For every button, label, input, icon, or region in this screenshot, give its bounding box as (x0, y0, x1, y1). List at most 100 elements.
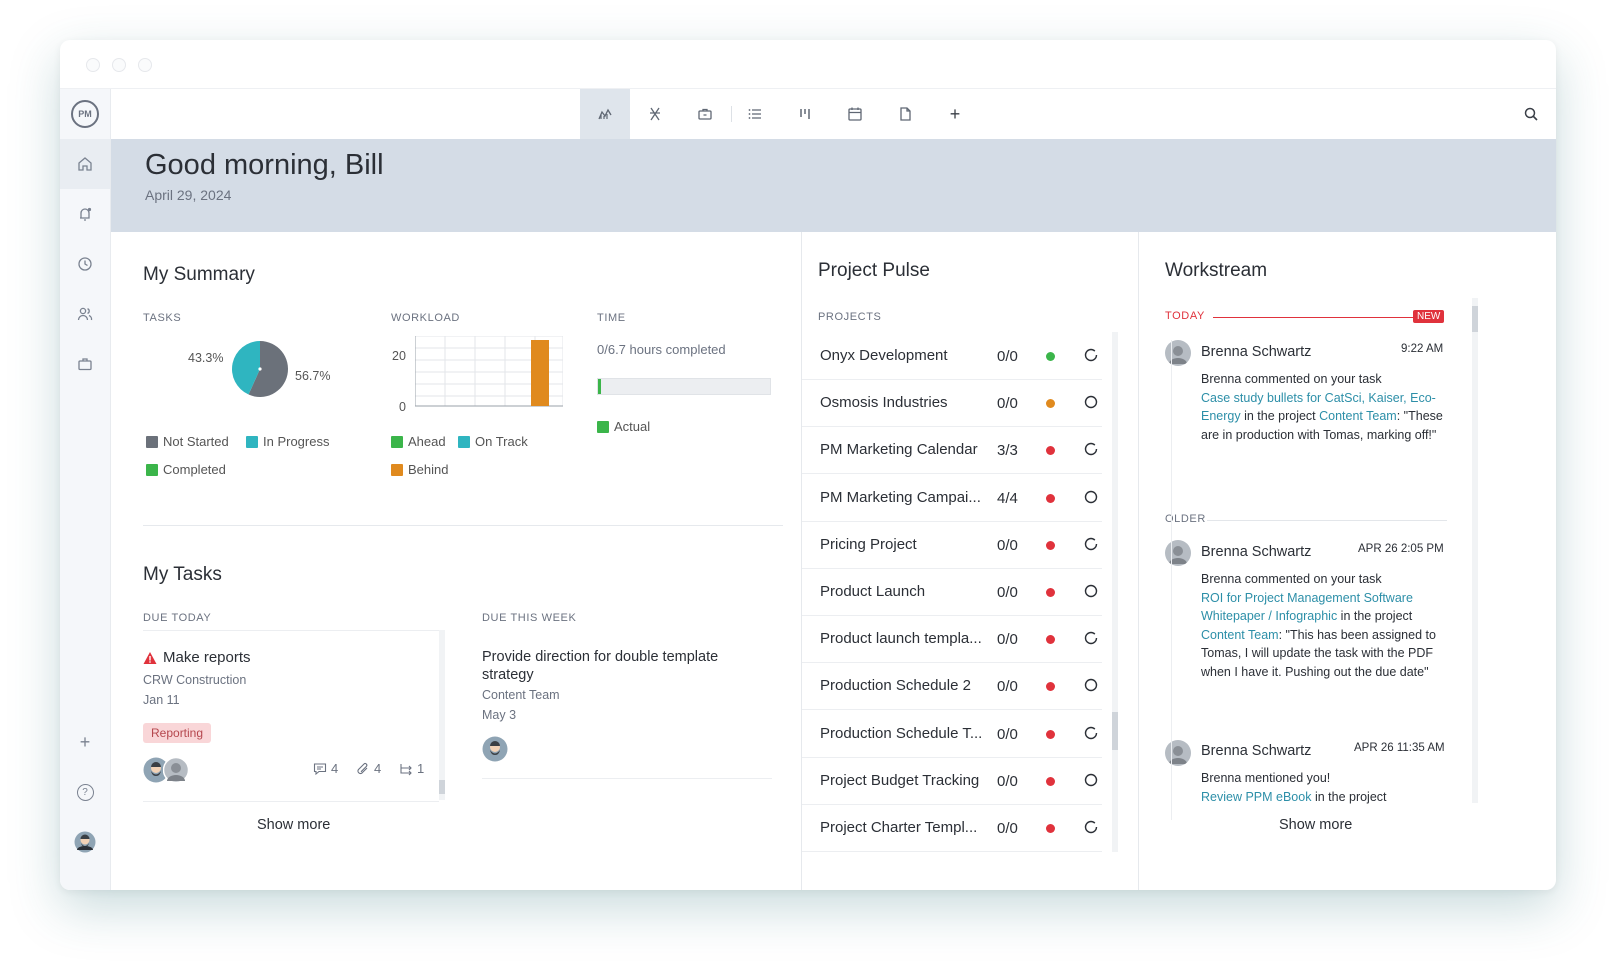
time-hours: 0/6.7 hours completed (597, 342, 726, 357)
tab-dashboard[interactable] (580, 89, 630, 139)
workstream-scrollbar-thumb[interactable] (1472, 306, 1478, 332)
tab-list[interactable] (730, 89, 780, 139)
today-label: TODAY (1165, 310, 1205, 322)
project-task-count: 0/0 (997, 348, 1018, 365)
sidebar-item-home[interactable] (60, 139, 110, 189)
task-tag[interactable]: Reporting (143, 723, 212, 743)
legend-label: In Progress (263, 434, 330, 449)
logo[interactable]: PM (60, 89, 110, 139)
pulse-row[interactable]: Product launch templa... 0/0 (802, 615, 1102, 664)
attachments-count[interactable]: 4 (356, 761, 381, 776)
list-icon (748, 109, 761, 119)
pulse-col-label: PROJECTS (818, 311, 882, 323)
add-button[interactable]: + (60, 717, 110, 767)
pulse-row[interactable]: Production Schedule T... 0/0 (802, 710, 1102, 758)
avatar-icon (1165, 740, 1191, 766)
status-dot (1046, 824, 1055, 833)
project-name: Onyx Development (820, 347, 948, 364)
sidebar-item-timesheets[interactable] (60, 239, 110, 289)
pulse-row[interactable]: Pricing Project 0/0 (802, 521, 1102, 569)
help-button[interactable]: ? (60, 767, 110, 817)
progress-ring-icon (1084, 584, 1098, 598)
subtasks-value: 1 (417, 761, 425, 776)
tab-board[interactable] (780, 89, 830, 139)
status-dot (1046, 588, 1055, 597)
avatar-icon[interactable] (482, 736, 508, 762)
entry-intro: Brenna commented on your task (1201, 572, 1382, 586)
status-dot (1046, 493, 1055, 503)
pulse-scrollbar[interactable] (1112, 332, 1118, 852)
legend-swatch (458, 435, 470, 448)
time-progress-fill (598, 379, 602, 394)
search-icon (1524, 107, 1538, 121)
progress-ring-icon (1084, 726, 1098, 739)
pulse-row[interactable]: Onyx Development 0/0 (802, 332, 1102, 380)
search-button[interactable] (1506, 89, 1556, 139)
pie-left-value: 43.3% (188, 351, 224, 365)
pulse-row[interactable]: Project Budget Tracking 0/0 (802, 757, 1102, 805)
today-rule (1213, 317, 1413, 318)
pulse-row[interactable]: PM Marketing Campai... 4/4 (802, 474, 1102, 522)
status-dot (1046, 682, 1055, 692)
project-name: Project Charter Templ... (820, 819, 978, 836)
project-name: Production Schedule 2 (820, 677, 971, 695)
add-view-button[interactable]: + (930, 89, 980, 139)
subtasks-count[interactable]: 1 (399, 761, 424, 776)
calendar-icon (848, 107, 862, 121)
workstream-column: Workstream TODAY NEW OLDER Brenna Schwar… (1139, 232, 1556, 890)
logo-mark: PM (71, 100, 99, 128)
tab-projects[interactable] (680, 89, 730, 139)
legend-behind: Behind (391, 462, 448, 477)
status-dot (1046, 776, 1055, 786)
tasks-scrollbar-thumb[interactable] (439, 780, 445, 794)
progress-ring-icon (1084, 395, 1098, 409)
workstream-entry[interactable]: Brenna Schwartz 9:22 AM Brenna commented… (1139, 332, 1469, 472)
comments-count[interactable]: 4 (313, 761, 338, 776)
tasks-pie-chart[interactable] (231, 340, 289, 398)
notifications-icon (80, 207, 92, 221)
tab-portfolio[interactable] (630, 89, 680, 139)
workstream-entry[interactable]: Brenna Schwartz APR 26 2:05 PM Brenna co… (1139, 532, 1469, 702)
tasks-scrollbar[interactable] (439, 630, 445, 800)
pulse-row[interactable]: PM Marketing Calendar 3/3 (802, 426, 1102, 475)
task-card-week[interactable]: Provide direction for double template st… (482, 630, 772, 779)
workstream-entry[interactable]: Brenna Schwartz APR 26 11:35 AM Brenna m… (1139, 732, 1469, 812)
tab-calendar[interactable] (830, 89, 880, 139)
status-dot (1046, 540, 1055, 550)
sidebar-item-projects[interactable] (60, 339, 110, 389)
entry-task-link[interactable]: Review PPM eBook (1201, 790, 1311, 804)
assignees[interactable] (143, 757, 189, 783)
legend-actual: Actual (597, 419, 650, 434)
user-avatar[interactable] (60, 817, 110, 867)
tab-docs[interactable] (880, 89, 930, 139)
project-name: PM Marketing Calendar (820, 441, 978, 459)
entry-time: 9:22 AM (1401, 343, 1444, 355)
pulse-row[interactable]: Osmosis Industries 0/0 (802, 379, 1102, 428)
pulse-row[interactable]: Production Schedule 2 0/0 (802, 662, 1102, 711)
pulse-row[interactable]: Product Launch 0/0 (802, 568, 1102, 616)
entry-project-link[interactable]: Content Team (1319, 409, 1397, 423)
workstream-show-more[interactable]: Show more (1279, 817, 1352, 833)
progress-ring-icon (1084, 631, 1098, 645)
minimize-window-button[interactable] (112, 58, 126, 72)
sidebar-item-notifications[interactable] (60, 189, 110, 239)
pulse-scrollbar-thumb[interactable] (1112, 712, 1118, 750)
sidebar-item-team[interactable] (60, 289, 110, 339)
pulse-row[interactable]: Project Charter Templ... 0/0 (802, 804, 1102, 852)
entry-project-link[interactable]: Content Team (1201, 628, 1279, 642)
task-card-today[interactable]: Make reports CRW Construction Jan 11 Rep… (143, 630, 439, 802)
workload-chart[interactable] (415, 336, 563, 408)
entry-body: Brenna commented on your task ROI for Pr… (1201, 570, 1451, 681)
legend-swatch (597, 420, 609, 433)
tasks-show-more[interactable]: Show more (257, 817, 330, 833)
close-window-button[interactable] (86, 58, 100, 72)
help-icon: ? (76, 783, 94, 801)
project-task-count: 0/0 (997, 536, 1018, 554)
project-task-count: 3/3 (997, 442, 1018, 460)
project-name: Product Launch (820, 583, 926, 600)
zoom-window-button[interactable] (138, 58, 152, 72)
project-task-count: 0/0 (997, 395, 1018, 413)
task-title-row: Make reports (143, 649, 251, 666)
new-badge: NEW (1413, 310, 1445, 323)
workstream-scrollbar[interactable] (1472, 298, 1478, 803)
